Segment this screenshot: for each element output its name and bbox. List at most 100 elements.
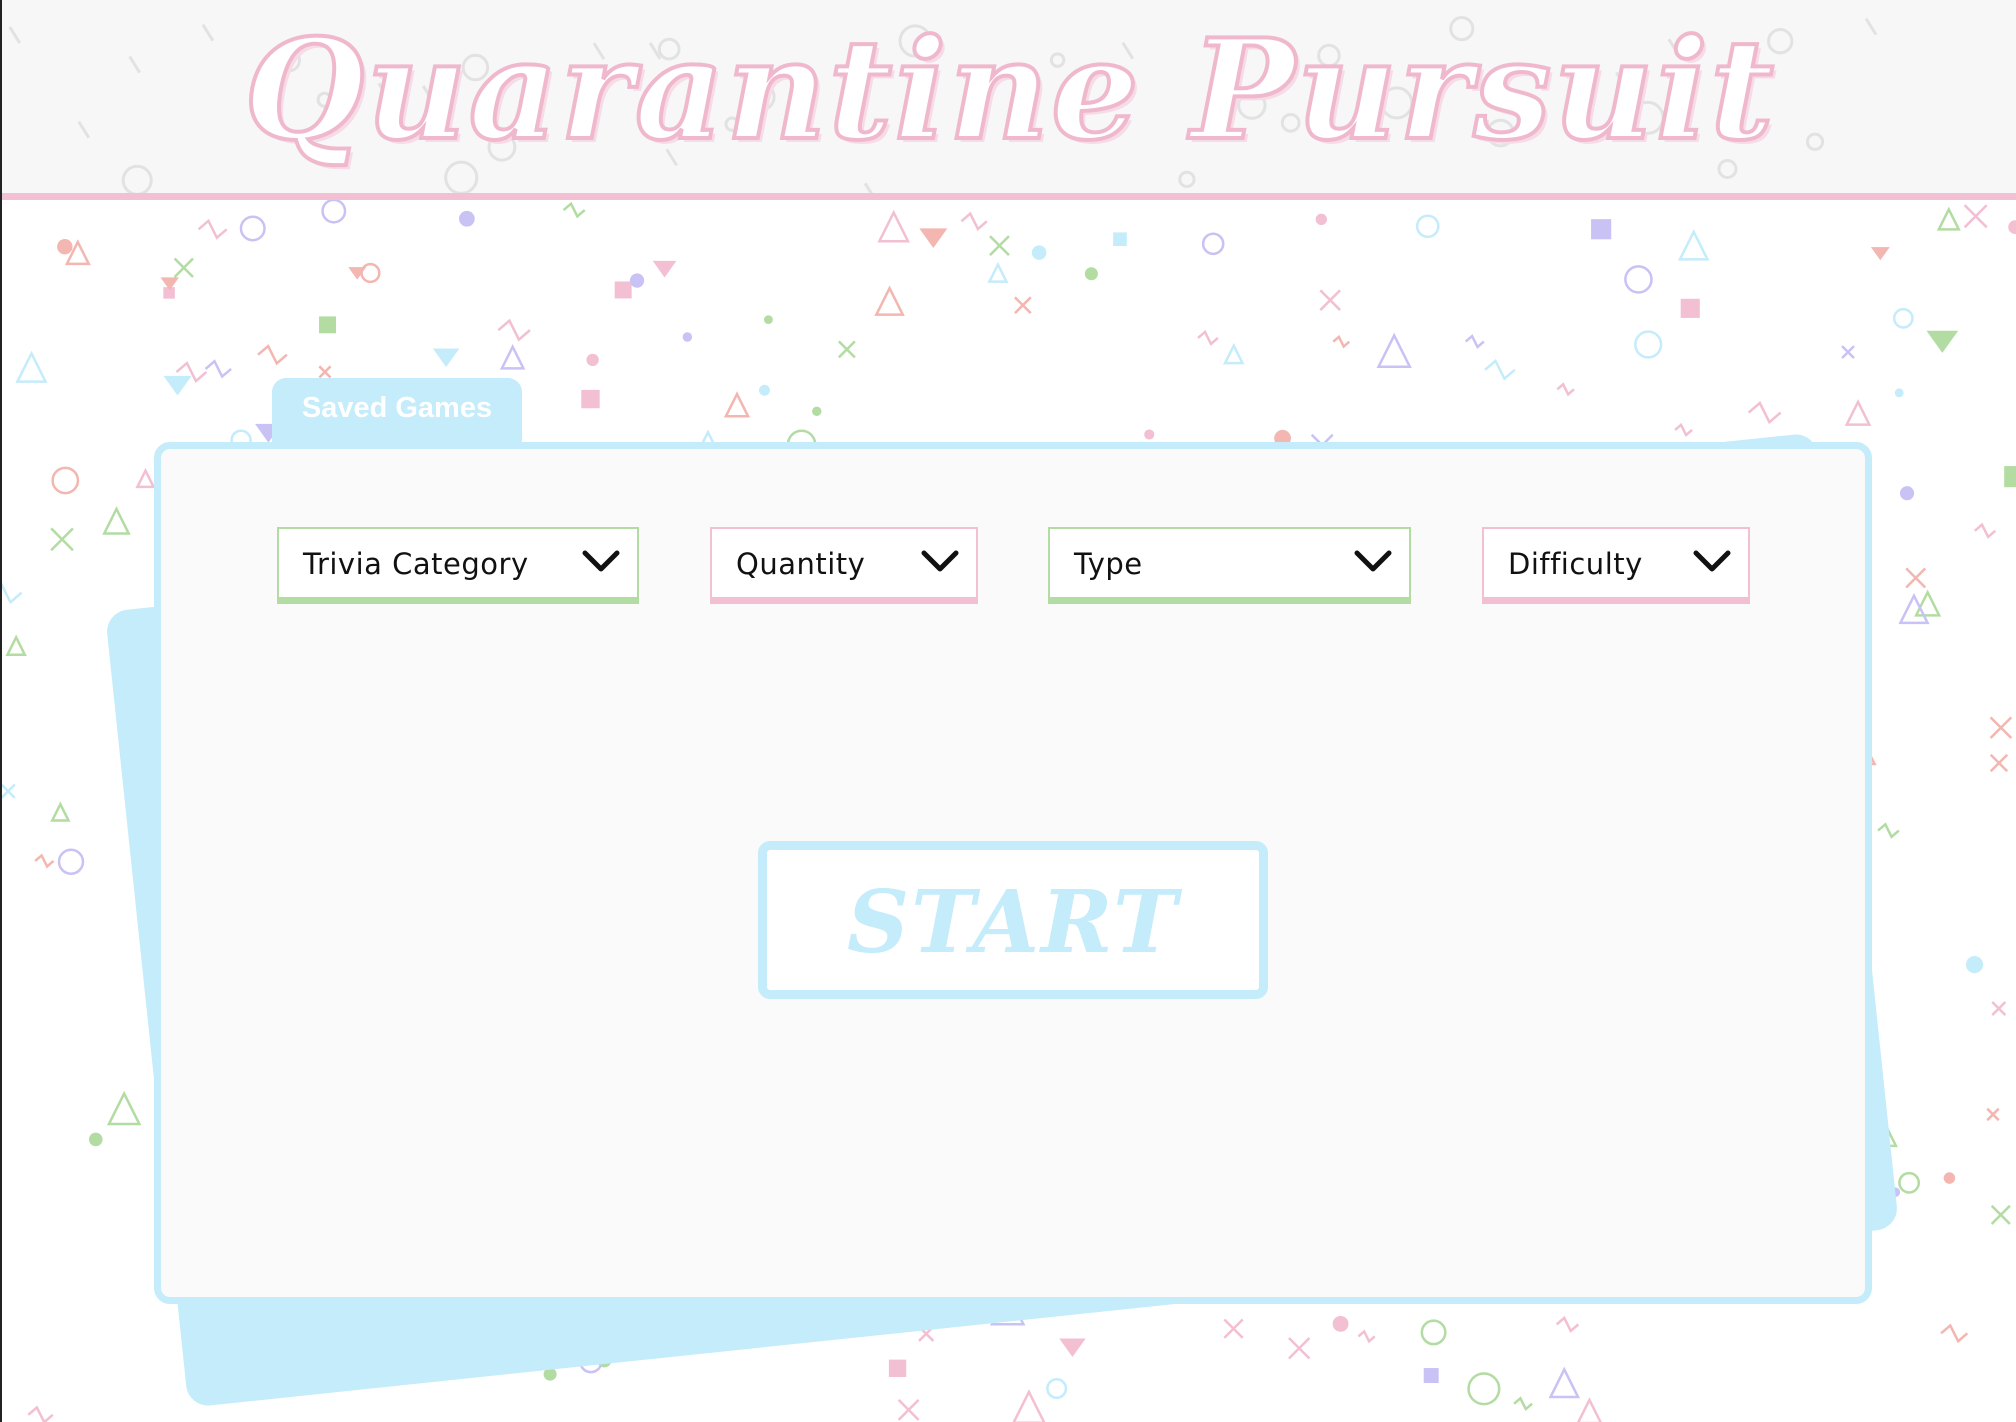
confetti-shape [1357,1329,1376,1344]
confetti-shape [1674,422,1693,438]
confetti-shape [27,1405,54,1422]
confetti-shape [682,332,693,342]
confetti-shape [102,506,131,535]
confetti-shape [629,273,645,288]
confetti-shape [1940,1323,1969,1344]
confetti-shape [812,406,822,417]
confetti-shape [1965,956,1984,974]
confetti-shape [360,262,381,284]
confetti-shape [1634,330,1663,359]
confetti-shape [1467,1372,1501,1406]
confetti-shape [2008,220,2016,235]
confetti-shape [723,391,751,418]
confetti-shape [1084,267,1098,281]
trivia-category-label: Trivia Category [303,547,529,581]
confetti-shape [1201,232,1225,256]
confetti-shape [1677,229,1710,261]
confetti-shape [763,315,773,325]
confetti-shape [1877,822,1900,839]
confetti-shape [1894,388,1904,398]
type-dropdown[interactable]: Type [1048,527,1411,604]
chevron-down-icon [1693,550,1731,572]
confetti-shape [1332,1315,1349,1332]
start-button[interactable]: START [758,841,1268,999]
confetti-shape [1420,1319,1447,1346]
confetti-shape [1899,486,1915,501]
confetti-shape [1898,1171,1921,1194]
confetti-shape [1844,399,1872,426]
confetti-shape [1680,298,1700,318]
confetti-shape [919,228,948,248]
confetti-shape [1144,429,1155,440]
confetti-shape [1548,1366,1581,1399]
confetti-shape [562,201,586,219]
confetti-shape [652,260,677,278]
confetti-shape [874,285,905,316]
confetti-shape [57,848,85,875]
confetti-shape [15,350,48,383]
header-decor-shape [121,164,153,193]
app-page: Quarantine Pursuit Saved Games Trivia Ca… [0,0,2016,1422]
header-banner: Quarantine Pursuit [2,0,2016,200]
confetti-shape [759,384,770,396]
confetti-shape [1747,401,1782,425]
confetti-shape [459,210,475,227]
app-title: Quarantine Pursuit [242,8,1776,172]
confetti-shape [5,634,27,657]
confetti-shape [497,318,531,342]
confetti-shape [1556,382,1575,397]
confetti-shape [1513,1396,1533,1412]
confetti-shape [1332,334,1351,349]
confetti-shape [1059,1338,1086,1358]
confetti-shape [106,1090,142,1126]
confetti-shape [1197,329,1219,346]
chevron-down-icon [582,550,620,572]
confetti-shape [1484,358,1516,381]
confetti-shape [1376,332,1412,368]
confetti-shape [135,467,156,489]
confetti-shape [960,211,988,231]
confetti-shape [1892,307,1914,329]
saved-games-tab-label: Saved Games [301,392,493,424]
start-button-label: START [846,872,1180,973]
confetti-shape [877,209,911,243]
confetti-shape [1046,1378,1068,1400]
difficulty-dropdown[interactable]: Difficulty [1482,527,1750,604]
confetti-shape [160,277,179,291]
confetti-shape [586,353,599,366]
confetti-shape [1926,330,1959,353]
confetti-shape [499,344,526,370]
confetti-shape [321,198,347,224]
header-decor-shape [1178,170,1196,189]
confetti-shape [2004,466,2016,488]
confetti-shape [614,281,632,299]
confetti-shape [1936,206,1961,231]
confetti-shape [987,261,1009,283]
header-decor-shape [863,182,873,193]
confetti-shape [581,389,600,409]
type-label: Type [1074,547,1143,581]
chevron-down-icon [1354,550,1392,572]
trivia-category-dropdown[interactable]: Trivia Category [277,527,639,604]
quantity-dropdown[interactable]: Quantity [710,527,978,604]
quantity-label: Quantity [736,547,866,581]
chevron-down-icon [921,550,959,572]
confetti-shape [432,348,460,367]
confetti-shape [88,1132,103,1147]
confetti-shape [319,316,336,334]
confetti-shape [197,218,228,240]
confetti-shape [1624,265,1653,294]
confetti-shape [2,582,23,605]
confetti-shape [1315,213,1328,226]
confetti-shape [34,853,55,869]
confetti-shape [1555,1315,1580,1333]
confetti-shape [1943,1172,1956,1184]
confetti-shape [51,466,80,495]
confetti-shape [1113,232,1127,247]
confetti-shape [1464,334,1485,349]
confetti-shape [1576,1397,1602,1422]
confetti-shape [204,359,232,379]
confetti-shape [239,215,266,242]
confetti-shape [163,375,192,396]
confetti-shape [1870,247,1890,261]
